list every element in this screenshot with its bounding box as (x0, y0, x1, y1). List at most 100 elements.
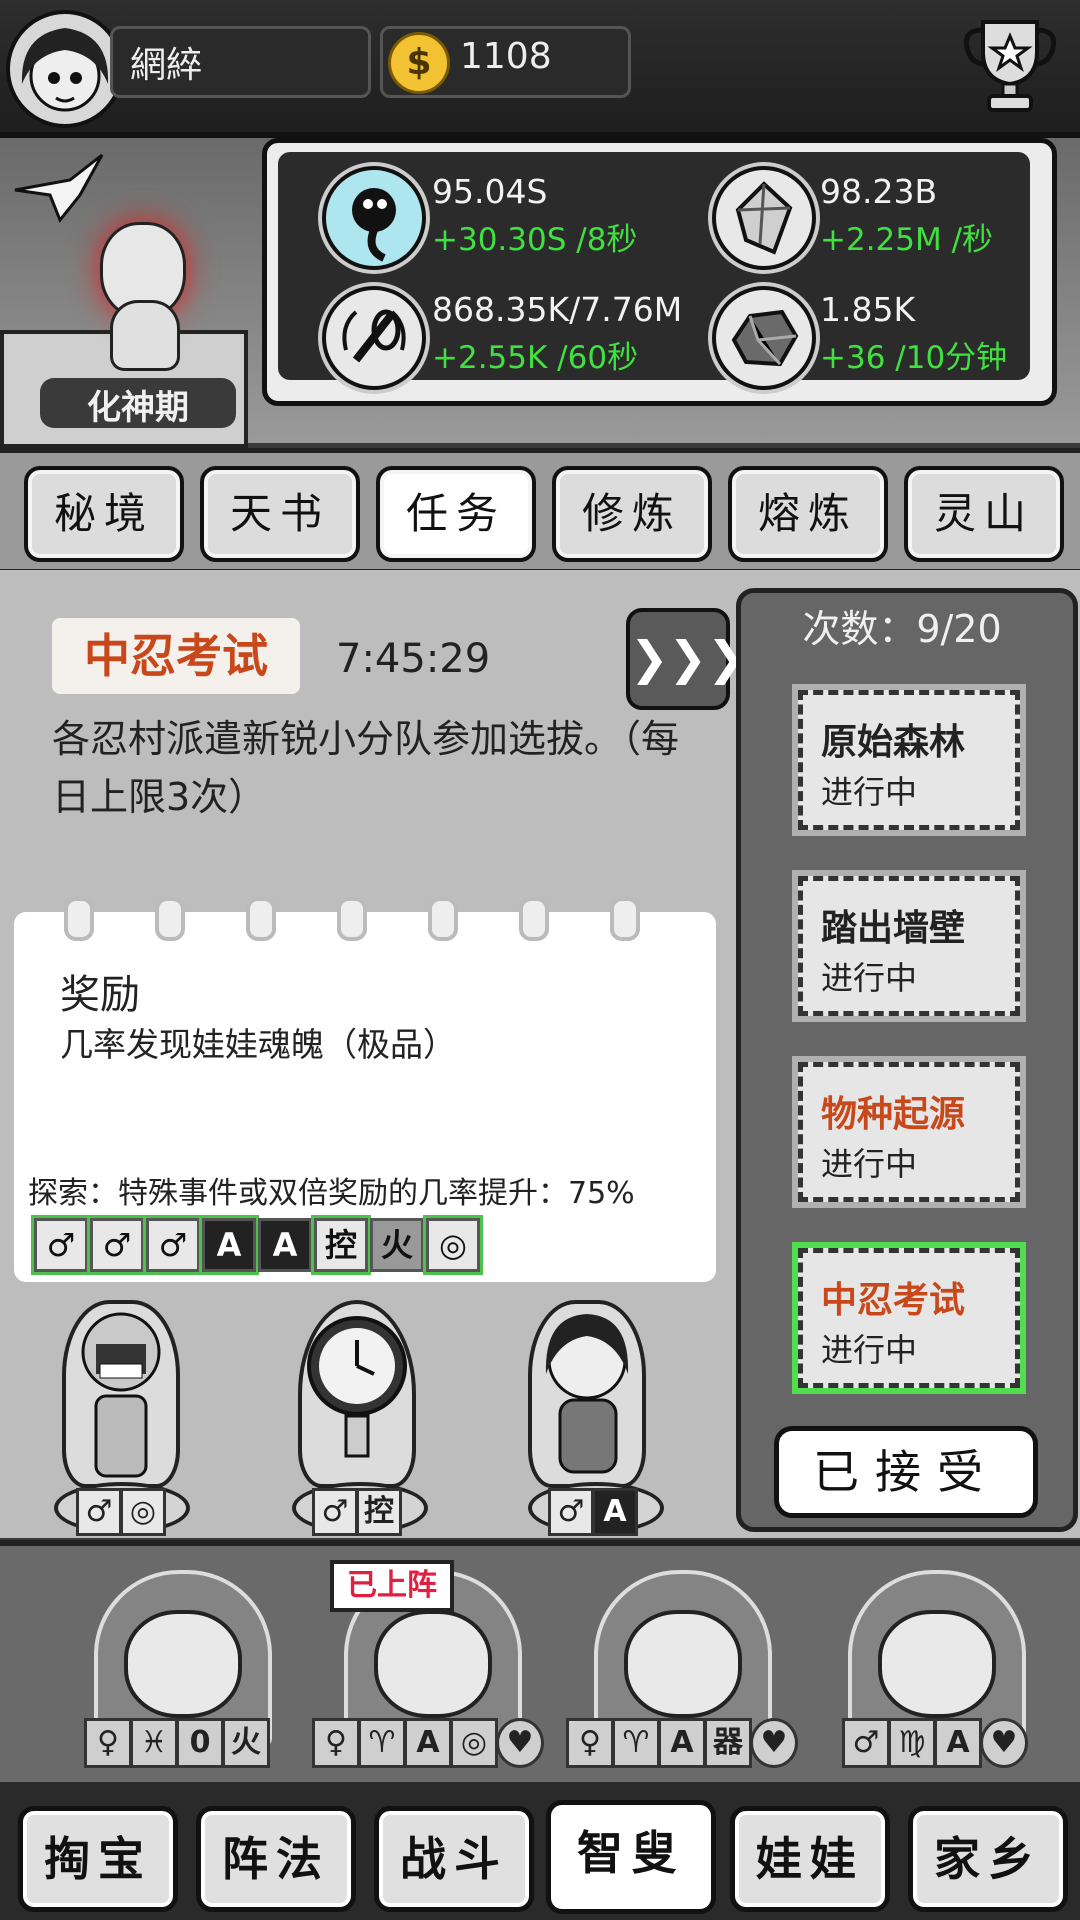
tab-secret-realm[interactable]: 秘境 (24, 466, 184, 562)
sword-wreath-icon[interactable] (322, 286, 426, 390)
task-description: 各忍村派遣新锐小分队参加选拔。（每日上限3次） (52, 717, 680, 819)
char-tag: ◎ (120, 1488, 166, 1536)
ring-tag: ◎ (426, 1218, 480, 1272)
avatar-girl-icon (21, 28, 109, 112)
quest-title: 物种起源 (821, 1094, 966, 1135)
resource-rate: +2.55K /60秒 (432, 340, 639, 376)
doll-tag: ♀ (566, 1718, 614, 1768)
player-avatar[interactable] (6, 10, 124, 128)
doll-tag: A (934, 1718, 982, 1768)
cultivation-stage: 化神期 (87, 388, 189, 428)
tab-heavenly-book[interactable]: 天书 (200, 466, 360, 562)
quest-title: 中忍考试 (821, 1280, 966, 1321)
doll-tag: ♓ (130, 1718, 178, 1768)
doll-tag: ♥ (750, 1718, 798, 1768)
doll-tag: ♥ (980, 1718, 1028, 1768)
task-timer: 7:45:29 (336, 636, 491, 682)
doll-tag: A (658, 1718, 706, 1768)
doll-tag: ♂ (842, 1718, 890, 1768)
quest-status: 进行中 (821, 1331, 918, 1369)
resource-value: 1.85K (820, 290, 916, 329)
doll-duo-icon (624, 1610, 742, 1718)
trophy-button[interactable] (955, 8, 1065, 118)
fast-forward-button[interactable]: ❯❯❯ (626, 608, 746, 710)
doll-tag: ♈ (358, 1718, 406, 1768)
coin-count: 1108 (460, 36, 552, 77)
nav-formation[interactable]: 阵法 (196, 1806, 356, 1912)
quest-card[interactable]: 物种起源 进行中 (798, 1062, 1020, 1202)
clock-robot-icon[interactable] (298, 1300, 416, 1488)
resource-rate: +36 /10分钟 (820, 340, 1008, 376)
coin-icon: $ (388, 32, 450, 94)
char-tag: 控 (356, 1488, 402, 1536)
nav-home[interactable]: 家乡 (908, 1806, 1068, 1912)
doll-tag: ♈ (612, 1718, 660, 1768)
control-tag: 控 (314, 1218, 368, 1272)
quest-status: 进行中 (821, 773, 918, 811)
nav-battle[interactable]: 战斗 (374, 1806, 534, 1912)
nav-dolls[interactable]: 娃娃 (730, 1806, 890, 1912)
quest-status: 进行中 (821, 959, 918, 997)
crystal-icon[interactable] (712, 166, 816, 270)
notepad-ring (428, 897, 458, 941)
girl-avatar-icon[interactable] (528, 1300, 646, 1488)
notepad-ring (610, 897, 640, 941)
quest-card-active[interactable]: 中忍考试 进行中 (798, 1248, 1020, 1388)
cultivator-body (110, 300, 180, 371)
char-tag: ♂ (76, 1488, 122, 1536)
quest-title: 原始森林 (821, 722, 966, 763)
notepad-ring (155, 897, 185, 941)
ore-icon[interactable] (712, 286, 816, 390)
resource-value: 95.04S (432, 172, 548, 211)
tadpole-icon[interactable] (322, 166, 426, 270)
male-tag: ♂ (34, 1218, 88, 1272)
doll-tag: 0 (176, 1718, 224, 1768)
a-tag: A (258, 1218, 312, 1272)
doll-tag: A (404, 1718, 452, 1768)
quest-card[interactable]: 原始森林 进行中 (798, 690, 1020, 830)
trophy-icon (963, 20, 1057, 112)
doll-duo-icon (374, 1610, 492, 1718)
reward-title: 奖励 (60, 972, 140, 1018)
char-tag: ♂ (312, 1488, 358, 1536)
doll-tag: 火 (222, 1718, 270, 1768)
tab-tasks[interactable]: 任务 (376, 466, 536, 562)
explore-bonus-text: 探索：特殊事件或双倍奖励的几率提升：75% (28, 1176, 635, 1211)
resource-value: 98.23B (820, 172, 938, 211)
quest-status: 进行中 (821, 1145, 918, 1183)
doll-tag: ♀ (84, 1718, 132, 1768)
nav-treasure[interactable]: 掏宝 (18, 1806, 178, 1912)
a-tag: A (202, 1218, 256, 1272)
male-tag: ♂ (146, 1218, 200, 1272)
tab-spirit-mountain[interactable]: 灵山 (904, 466, 1064, 562)
tab-smelting[interactable]: 熔炼 (728, 466, 888, 562)
char-tag: A (592, 1488, 638, 1536)
male-tag: ♂ (90, 1218, 144, 1272)
paper-crane-icon (10, 150, 105, 230)
deployed-badge: 已上阵 (330, 1560, 454, 1612)
notepad-ring (64, 897, 94, 941)
notepad-ring (246, 897, 276, 941)
notepad-ring (519, 897, 549, 941)
attempt-count: 次数：9/20 (802, 607, 1002, 651)
quest-card[interactable]: 踏出墙壁 进行中 (798, 876, 1020, 1016)
accepted-button[interactable]: 已接受 (774, 1426, 1038, 1518)
doll-tag: ◎ (450, 1718, 498, 1768)
resource-value: 868.35K/7.76M (432, 290, 683, 329)
notepad-ring (337, 897, 367, 941)
char-tag: ♂ (548, 1488, 594, 1536)
nav-sage[interactable]: 智叟 (546, 1800, 716, 1914)
doll-tag: ♍ (888, 1718, 936, 1768)
tab-cultivation[interactable]: 修炼 (552, 466, 712, 562)
resource-rate: +2.25M /秒 (820, 222, 994, 258)
doll-bald-icon (878, 1610, 996, 1718)
doll-tag: ♥ (496, 1718, 544, 1768)
doll-pigtail-girl-icon (124, 1610, 242, 1718)
doll-tag: 器 (704, 1718, 752, 1768)
fire-tag: 火 (370, 1218, 424, 1272)
quest-title: 踏出墙壁 (821, 908, 966, 949)
titan-icon[interactable] (62, 1300, 180, 1488)
task-name-tag: 中忍考试 (52, 618, 300, 694)
reward-text: 几率发现娃娃魂魄（极品） (60, 1025, 456, 1064)
resource-rate: +30.30S /8秒 (432, 222, 638, 258)
